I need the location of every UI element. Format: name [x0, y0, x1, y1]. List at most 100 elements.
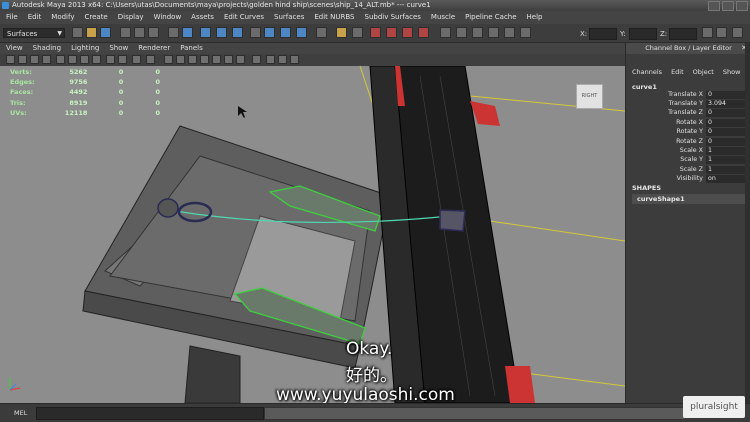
z-field[interactable] [669, 28, 697, 40]
layer-editor-toggle-icon[interactable] [732, 27, 743, 38]
save-scene-icon[interactable] [100, 27, 111, 38]
texture-toggle-icon[interactable] [146, 55, 155, 64]
wireframe-on-shaded-icon[interactable] [188, 55, 197, 64]
render-frame-icon[interactable] [352, 27, 363, 38]
y-field[interactable] [629, 28, 657, 40]
cb-menu-object[interactable]: Object [693, 68, 714, 76]
attr-value-field[interactable]: 0 [706, 91, 747, 99]
panel-menu-show[interactable]: Show [109, 43, 128, 54]
attr-rotate-y[interactable]: Rotate Y0 [626, 128, 749, 136]
attribute-editor-icon[interactable] [504, 27, 515, 38]
wireframe-icon[interactable] [164, 55, 173, 64]
menu-window[interactable]: Window [154, 11, 182, 24]
menu-subdiv-surfaces[interactable]: Subdiv Surfaces [365, 11, 421, 24]
shape-node-item[interactable]: curveShape1 [632, 194, 745, 204]
panel-menu-shading[interactable]: Shading [33, 43, 61, 54]
selected-node-name[interactable]: curve1 [632, 83, 657, 91]
open-scene-icon[interactable] [86, 27, 97, 38]
smooth-shade-icon[interactable] [176, 55, 185, 64]
mel-label[interactable]: MEL [14, 409, 27, 417]
attr-scale-y[interactable]: Scale Y1 [626, 156, 749, 164]
menu-surfaces[interactable]: Surfaces [274, 11, 304, 24]
attr-scale-x[interactable]: Scale X1 [626, 147, 749, 155]
menu-display[interactable]: Display [118, 11, 144, 24]
render-view-icon[interactable] [336, 27, 347, 38]
close-icon[interactable] [736, 1, 748, 11]
panel-menu-lighting[interactable]: Lighting [71, 43, 99, 54]
shadows-icon[interactable] [224, 55, 233, 64]
channel-box-toggle-icon[interactable] [716, 27, 727, 38]
menu-file[interactable]: File [6, 11, 18, 24]
maximize-icon[interactable] [722, 1, 734, 11]
select-edge-icon[interactable] [200, 27, 211, 38]
render-layers-icon[interactable] [418, 27, 429, 38]
minimize-icon[interactable] [708, 1, 720, 11]
select-vertex-icon[interactable] [182, 27, 193, 38]
rename-icon[interactable] [456, 27, 467, 38]
select-by-type-icon[interactable] [168, 27, 179, 38]
camera-select-icon[interactable] [6, 55, 15, 64]
field-chart-icon[interactable] [106, 55, 115, 64]
cb-menu-edit[interactable]: Edit [671, 68, 684, 76]
cb-menu-show[interactable]: Show [723, 68, 741, 76]
snap-point-icon[interactable] [296, 27, 307, 38]
view-cube[interactable]: RIGHT [574, 80, 604, 110]
select-object-icon[interactable] [134, 27, 145, 38]
select-face-icon[interactable] [216, 27, 227, 38]
attr-rotate-x[interactable]: Rotate X0 [626, 119, 749, 127]
menu-edit-nurbs[interactable]: Edit NURBS [314, 11, 354, 24]
render-settings-icon[interactable] [386, 27, 397, 38]
attr-value-field[interactable]: 0 [706, 109, 747, 117]
attr-value-field[interactable]: on [706, 175, 747, 183]
lights-icon[interactable] [212, 55, 221, 64]
menu-edit[interactable]: Edit [28, 11, 42, 24]
new-scene-icon[interactable] [72, 27, 83, 38]
image-plane-icon[interactable] [42, 55, 51, 64]
grid-icon[interactable] [56, 55, 65, 64]
attr-translate-x[interactable]: Translate X0 [626, 91, 749, 99]
x-field[interactable] [589, 28, 617, 40]
safe-action-icon[interactable] [118, 55, 127, 64]
menu-modify[interactable]: Modify [51, 11, 74, 24]
attr-visibility[interactable]: Visibility on [626, 175, 749, 183]
safe-title-icon[interactable] [132, 55, 141, 64]
menu-muscle[interactable]: Muscle [431, 11, 455, 24]
panel-menu-renderer[interactable]: Renderer [138, 43, 170, 54]
attr-rotate-z[interactable]: Rotate Z0 [626, 138, 749, 146]
attr-value-field[interactable]: 0 [706, 119, 747, 127]
history-icon[interactable] [316, 27, 327, 38]
backface-culling-icon[interactable] [290, 55, 299, 64]
menu-assets[interactable]: Assets [191, 11, 214, 24]
select-uv-icon[interactable] [232, 27, 243, 38]
attr-scale-z[interactable]: Scale Z1 [626, 166, 749, 174]
ipr-render-icon[interactable] [370, 27, 381, 38]
bookmarks-icon[interactable] [30, 55, 39, 64]
lock-selection-icon[interactable] [250, 27, 261, 38]
ambient-occlusion-icon[interactable] [236, 55, 245, 64]
menu-set-selector[interactable]: Surfaces ▼ [3, 28, 65, 38]
attr-translate-y[interactable]: Translate Y 3.094 [626, 100, 749, 108]
sidebar-toggle-icon[interactable] [702, 27, 713, 38]
attr-value-field[interactable]: 1 [706, 166, 747, 174]
menu-edit-curves[interactable]: Edit Curves [224, 11, 264, 24]
tool-settings-icon[interactable] [520, 27, 531, 38]
hypershade-icon[interactable] [402, 27, 413, 38]
attr-value-field[interactable]: 1 [706, 156, 747, 164]
attr-value-field[interactable]: 0 [706, 128, 747, 136]
xray-joints-icon[interactable] [278, 55, 287, 64]
select-component-icon[interactable] [148, 27, 159, 38]
textured-icon[interactable] [200, 55, 209, 64]
snap-curve-icon[interactable] [280, 27, 291, 38]
mel-command-input[interactable] [36, 407, 264, 420]
xray-icon[interactable] [252, 55, 261, 64]
gate-mask-icon[interactable] [92, 55, 101, 64]
panel-menu-view[interactable]: View [6, 43, 23, 54]
absolute-mode-icon[interactable] [488, 27, 499, 38]
attr-value-field[interactable]: 3.094 [706, 100, 747, 108]
menu-create[interactable]: Create [84, 11, 107, 24]
resolution-gate-icon[interactable] [80, 55, 89, 64]
relative-mode-icon[interactable] [472, 27, 483, 38]
attr-value-field[interactable]: 1 [706, 147, 747, 155]
attr-translate-z[interactable]: Translate Z0 [626, 109, 749, 117]
view-cube-face[interactable]: RIGHT [576, 84, 603, 109]
